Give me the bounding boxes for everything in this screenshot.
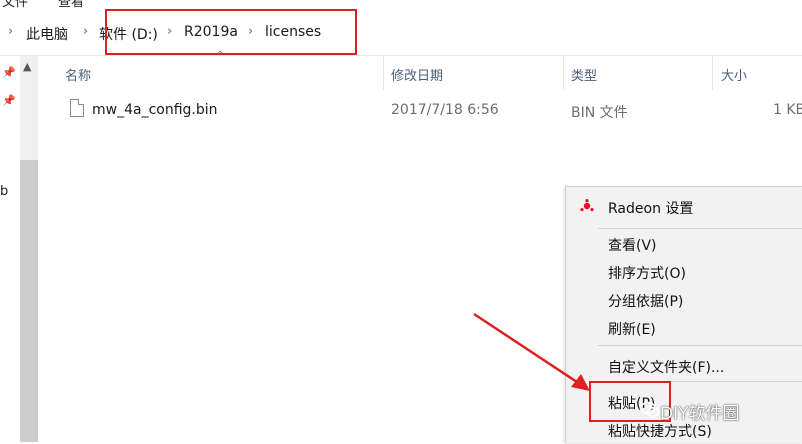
menu-item-label: Radeon 设置 — [608, 201, 694, 217]
breadcrumb-highlight-box — [105, 9, 357, 55]
column-size[interactable]: 大小 — [721, 65, 747, 84]
column-divider[interactable] — [563, 56, 564, 90]
menu-separator — [598, 345, 802, 346]
column-headers: ⌃ 名称 修改日期 类型 大小 — [40, 50, 802, 92]
menu-item-refresh[interactable]: 刷新(E) — [566, 314, 802, 342]
file-size: 1 KB — [773, 102, 802, 118]
column-modified[interactable]: 修改日期 — [391, 65, 443, 84]
pin-icon[interactable]: 📌 — [2, 66, 16, 79]
menu-item-sort-by[interactable]: 排序方式(O) — [566, 258, 802, 286]
navigation-pane: 📌 📌 b ▲ — [0, 56, 40, 442]
ribbon-strip: 文件 查看 — [0, 0, 802, 8]
menu-item-label: 分组依据(P) — [608, 294, 684, 310]
menu-item-customize-folder[interactable]: 自定义文件夹(F)... — [566, 352, 802, 380]
column-divider[interactable] — [383, 56, 384, 90]
menu-separator — [598, 228, 802, 229]
file-name: mw_4a_config.bin — [92, 102, 218, 118]
nav-scrollbar-thumb[interactable] — [20, 160, 38, 442]
menu-item-label: 排序方式(O) — [608, 266, 686, 282]
file-row[interactable]: mw_4a_config.bin 2017/7/18 6:56 BIN 文件 1… — [64, 96, 802, 124]
menu-item-label: 刷新(E) — [608, 322, 656, 338]
menu-item-label: 自定义文件夹(F)... — [608, 360, 725, 376]
wechat-icon — [640, 401, 660, 418]
radeon-icon — [580, 199, 594, 212]
column-type[interactable]: 类型 — [571, 65, 597, 84]
scroll-up-icon[interactable]: ▲ — [23, 60, 31, 73]
watermark-text: DIY软件圈 — [660, 404, 740, 424]
ribbon-tab-file[interactable]: 文件 — [2, 0, 28, 8]
chevron-right-icon[interactable]: › — [8, 24, 13, 39]
sort-caret-up-icon: ⌃ — [216, 50, 225, 61]
column-name[interactable]: 名称 — [65, 65, 91, 84]
file-modified: 2017/7/18 6:56 — [391, 102, 499, 118]
menu-item-view[interactable]: 查看(V) — [566, 230, 802, 258]
file-icon — [70, 99, 84, 117]
pin-icon[interactable]: 📌 — [2, 94, 16, 107]
ribbon-tab-view[interactable]: 查看 — [58, 0, 84, 8]
nav-item-label[interactable]: b — [0, 184, 8, 199]
file-type: BIN 文件 — [571, 105, 628, 121]
chevron-right-icon[interactable]: › — [83, 24, 88, 39]
menu-item-radeon-settings[interactable]: Radeon 设置 — [566, 193, 802, 221]
menu-item-label: 查看(V) — [608, 238, 657, 254]
menu-item-group-by[interactable]: 分组依据(P) — [566, 286, 802, 314]
menu-item-label: 粘贴快捷方式(S) — [608, 424, 712, 440]
breadcrumb-this-pc[interactable]: 此电脑 — [26, 24, 68, 44]
column-divider[interactable] — [712, 56, 713, 90]
